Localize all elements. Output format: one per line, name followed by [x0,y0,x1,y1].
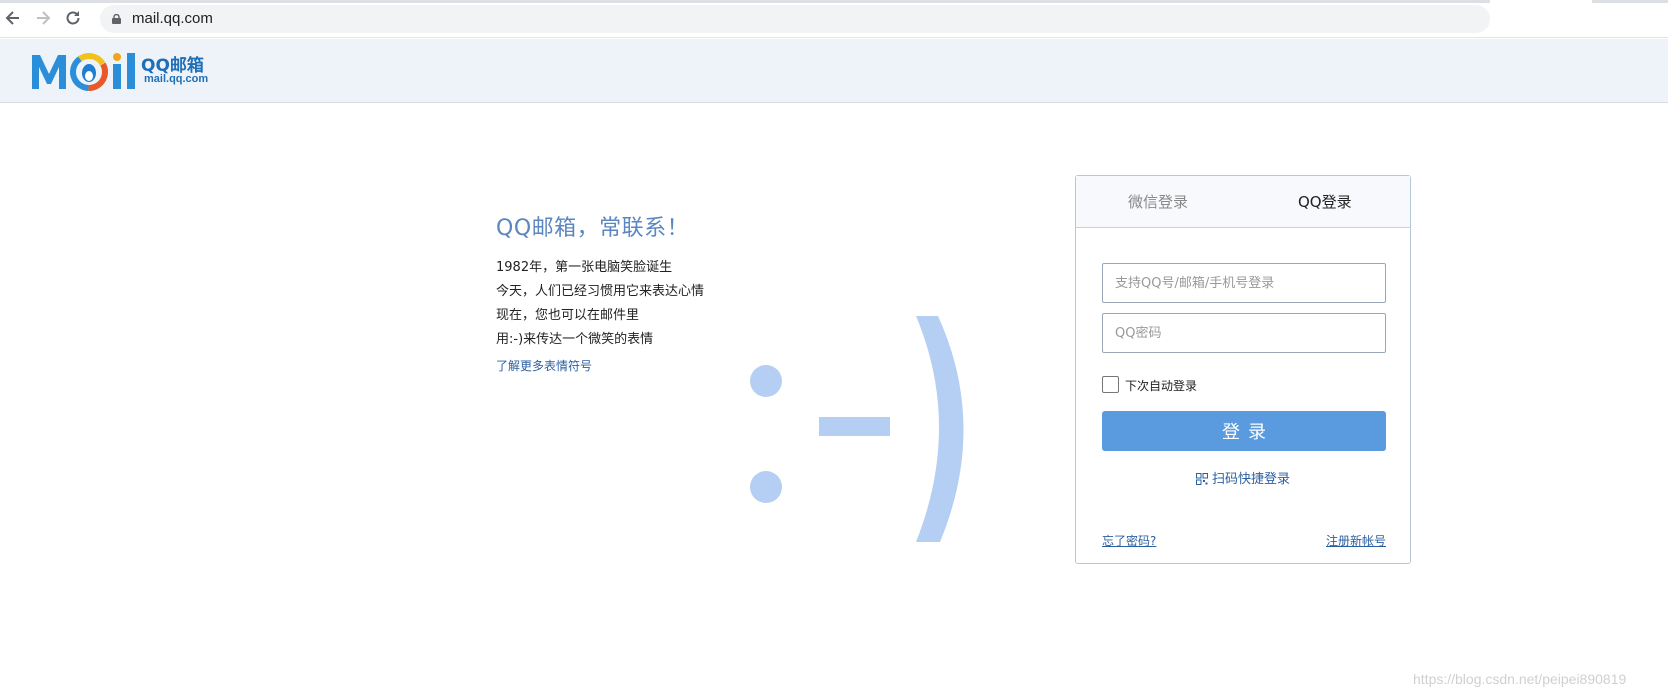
username-input[interactable] [1103,264,1385,302]
url-text[interactable]: mail.qq.com [132,10,213,27]
learn-more-emoticons-link[interactable]: 了解更多表情符号 [496,357,592,374]
qr-code-icon [1195,473,1208,485]
tab-strip [0,0,1490,3]
intro-title: QQ邮箱，常联系！ [496,216,690,241]
logo-domain-text: mail.qq.com [144,73,209,85]
arrow-right-icon [37,11,51,25]
address-bar[interactable]: mail.qq.com [100,5,1490,33]
qr-login-label[interactable]: 扫码快捷登录 [1212,472,1290,487]
site-header: QQ邮箱 mail.qq.com [0,39,1668,103]
browser-toolbar: mail.qq.com [0,0,1668,38]
reload-icon [66,11,80,25]
tab-wechat-login[interactable]: 微信登录 [1128,191,1188,212]
qr-login-link[interactable]: 扫码快捷登录 [1076,468,1410,487]
password-field[interactable] [1102,313,1386,353]
smiley-nose [819,417,890,436]
watermark: https://blog.csdn.net/peipei890819 [1413,671,1627,687]
register-link[interactable]: 注册新帐号 [1326,532,1386,549]
tab-strip-end [1592,0,1668,3]
back-button[interactable] [2,8,24,30]
forgot-password-link[interactable]: 忘了密码? [1102,532,1156,549]
username-field[interactable] [1102,263,1386,303]
remember-label[interactable]: 下次自动登录 [1125,377,1197,394]
intro-line: 1982年，第一张电脑笑脸诞生 [496,260,673,275]
lock-icon [112,14,121,24]
smiley-eye-top [750,365,782,397]
login-panel: 微信登录 QQ登录 下次自动登录 登录 扫码快捷登录 忘了密码? 注册新帐号 [1075,175,1411,564]
reload-button[interactable] [62,8,84,30]
intro-line: 今天，人们已经习惯用它来表达心情 [496,284,705,299]
forward-button[interactable] [32,8,54,30]
login-tabs: 微信登录 QQ登录 [1076,176,1410,228]
login-button[interactable]: 登录 [1102,411,1386,451]
remember-checkbox[interactable] [1102,376,1119,393]
tab-qq-login[interactable]: QQ登录 [1298,191,1352,212]
smiley-mouth [916,316,964,542]
smiley-eye-bottom [750,471,782,503]
arrow-left-icon [5,11,19,25]
smiley-illustration [750,316,964,542]
password-input[interactable] [1103,314,1385,352]
